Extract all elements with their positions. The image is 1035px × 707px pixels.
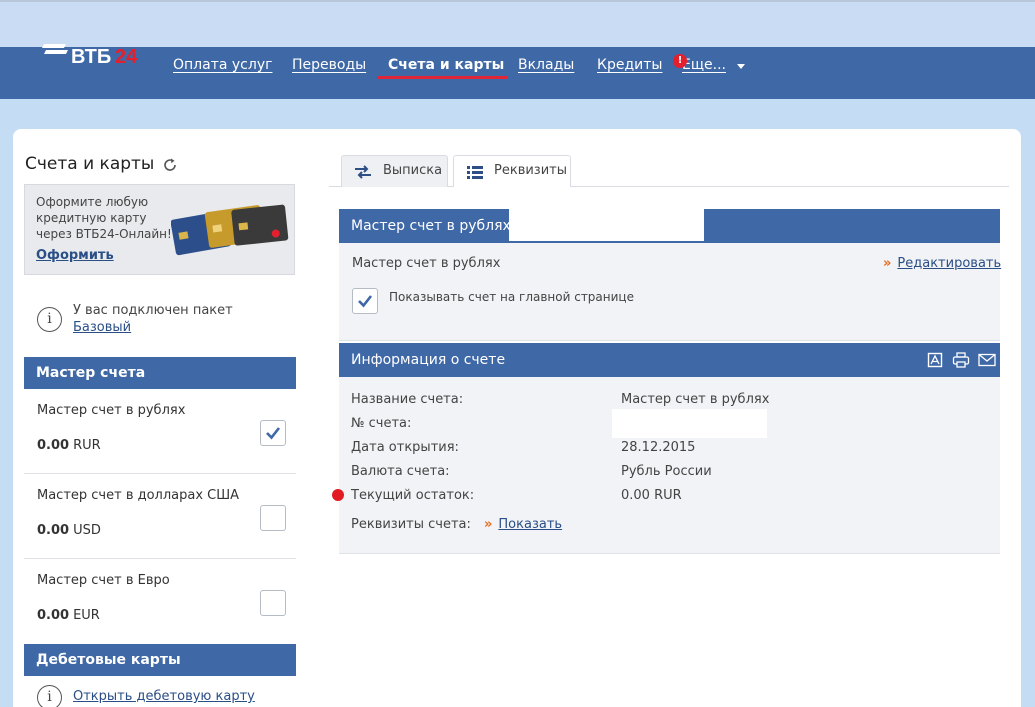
print-icon[interactable] bbox=[952, 352, 970, 372]
nav-accounts-cards[interactable]: Счета и карты bbox=[388, 57, 504, 73]
info-header-title: Информация о счете bbox=[351, 352, 506, 368]
list-icon bbox=[467, 166, 483, 179]
balance-currency: USD bbox=[73, 523, 101, 538]
nav-payments[interactable]: Оплата услуг bbox=[173, 57, 272, 73]
credit-cards-icon bbox=[171, 204, 289, 256]
tab-label: Реквизиты bbox=[494, 163, 567, 178]
tab-requisites[interactable]: Реквизиты bbox=[453, 155, 571, 187]
alert-icon: ! bbox=[673, 54, 687, 68]
checkmark-icon bbox=[266, 427, 281, 440]
detail-label: Валюта счета: bbox=[351, 464, 450, 479]
show-on-main-checkbox[interactable] bbox=[352, 288, 378, 314]
logo-text: ВТБ bbox=[71, 46, 112, 68]
raquo-icon: » bbox=[484, 517, 493, 532]
account-row[interactable]: Мастер счет в Евро 0.00 EUR bbox=[24, 559, 296, 644]
sidebar-title: Счета и карты bbox=[25, 154, 155, 174]
detail-value: 28.12.2015 bbox=[621, 440, 696, 455]
account-checkbox[interactable] bbox=[260, 590, 286, 616]
info-header-bar: Информация о счете bbox=[339, 343, 1000, 377]
master-accounts-header: Мастер счета bbox=[24, 357, 296, 389]
promo-banner: Оформите любую кредитную карту через ВТБ… bbox=[24, 184, 295, 275]
account-header-title: Мастер счет в рублях bbox=[351, 218, 511, 234]
balance-amount: 0.00 bbox=[37, 523, 70, 538]
nav-credits[interactable]: Кредиты bbox=[597, 57, 662, 73]
account-name: Мастер счет в Евро bbox=[37, 573, 170, 588]
account-balance: 0.00 RUR bbox=[37, 438, 101, 453]
detail-label: Дата открытия: bbox=[351, 440, 459, 455]
swap-arrows-icon bbox=[355, 165, 371, 179]
account-name-display: Мастер счет в рублях bbox=[352, 256, 501, 271]
detail-value: Рубль России bbox=[621, 464, 712, 479]
marker-dot bbox=[332, 489, 344, 501]
debit-cards-header: Дебетовые карты bbox=[24, 644, 296, 676]
account-checkbox[interactable] bbox=[260, 420, 286, 446]
requisites-link-wrap: » Показать bbox=[484, 517, 562, 532]
balance-amount: 0.00 bbox=[37, 438, 70, 453]
promo-text: Оформите любую кредитную карту через ВТБ… bbox=[36, 195, 172, 241]
pdf-icon[interactable] bbox=[927, 352, 943, 372]
nav-more[interactable]: Еще... bbox=[682, 57, 726, 73]
refresh-icon[interactable] bbox=[161, 156, 179, 174]
account-balance: 0.00 USD bbox=[37, 523, 101, 538]
detail-label: № счета: bbox=[351, 416, 412, 431]
nav-transfers[interactable]: Переводы bbox=[292, 57, 366, 73]
account-name: Мастер счет в долларах США bbox=[37, 488, 240, 503]
account-row[interactable]: Мастер счет в долларах США 0.00 USD bbox=[24, 474, 296, 559]
account-row[interactable]: Мастер счет в рублях 0.00 RUR bbox=[24, 389, 296, 474]
logo-number: 24 bbox=[115, 46, 138, 68]
show-requisites-link[interactable]: Показать bbox=[498, 517, 562, 532]
logo-mark-icon bbox=[42, 44, 68, 54]
account-number-value bbox=[612, 409, 767, 438]
tab-statement[interactable]: Выписка bbox=[341, 155, 448, 187]
edit-link-wrap: » Редактировать bbox=[883, 256, 1001, 271]
balance-currency: RUR bbox=[73, 438, 101, 453]
email-icon[interactable] bbox=[978, 352, 996, 371]
balance-amount: 0.00 bbox=[37, 608, 70, 623]
top-strip bbox=[0, 0, 1035, 47]
detail-value: Мастер счет в рублях bbox=[621, 392, 770, 407]
chevron-down-icon[interactable] bbox=[737, 64, 745, 69]
promo-apply-link[interactable]: Оформить bbox=[36, 248, 114, 263]
nav-deposits[interactable]: Вклады bbox=[518, 57, 574, 73]
account-checkbox[interactable] bbox=[260, 505, 286, 531]
info-icon: i bbox=[37, 307, 62, 332]
account-number-mask bbox=[509, 207, 704, 241]
raquo-icon: » bbox=[883, 256, 892, 271]
info-icon: i bbox=[37, 685, 62, 707]
tab-label: Выписка bbox=[383, 163, 443, 178]
nav-active-indicator bbox=[377, 76, 508, 79]
package-text: У вас подключен пакет bbox=[73, 303, 233, 318]
show-on-main-label: Показывать счет на главной странице bbox=[389, 290, 634, 304]
balance-currency: EUR bbox=[73, 608, 100, 623]
detail-label: Текущий остаток: bbox=[351, 488, 475, 503]
account-name: Мастер счет в рублях bbox=[37, 403, 186, 418]
detail-value: 0.00 RUR bbox=[621, 488, 682, 503]
requisites-label: Реквизиты счета: bbox=[351, 517, 471, 532]
account-balance: 0.00 EUR bbox=[37, 608, 100, 623]
checkmark-icon bbox=[358, 295, 373, 308]
detail-label: Название счета: bbox=[351, 392, 464, 407]
header-bar bbox=[0, 47, 1035, 99]
package-link[interactable]: Базовый bbox=[73, 320, 131, 335]
vtb24-logo[interactable]: ВТБ 24 bbox=[42, 38, 152, 70]
open-debit-card-link[interactable]: Открыть дебетовую карту bbox=[73, 689, 255, 704]
edit-link[interactable]: Редактировать bbox=[897, 256, 1001, 271]
